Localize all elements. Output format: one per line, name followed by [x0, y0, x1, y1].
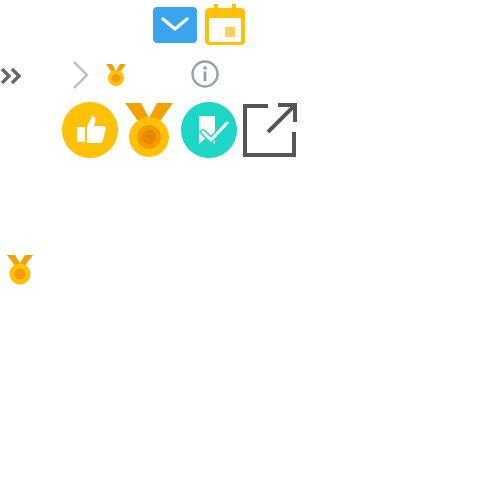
- calendar-icon[interactable]: [203, 3, 247, 47]
- thumbs-up-icon[interactable]: [62, 102, 118, 158]
- info-icon[interactable]: [190, 59, 220, 89]
- external-link-icon[interactable]: [242, 102, 298, 158]
- chevron-right-icon[interactable]: [70, 59, 92, 91]
- icon-canvas: [0, 0, 500, 500]
- medal-icon: [124, 102, 174, 158]
- medal-icon: [6, 254, 34, 286]
- medal-icon: [104, 63, 128, 87]
- double-chevron-right-icon[interactable]: [0, 66, 24, 86]
- task-done-icon[interactable]: [181, 102, 237, 158]
- mail-icon[interactable]: [153, 7, 197, 43]
